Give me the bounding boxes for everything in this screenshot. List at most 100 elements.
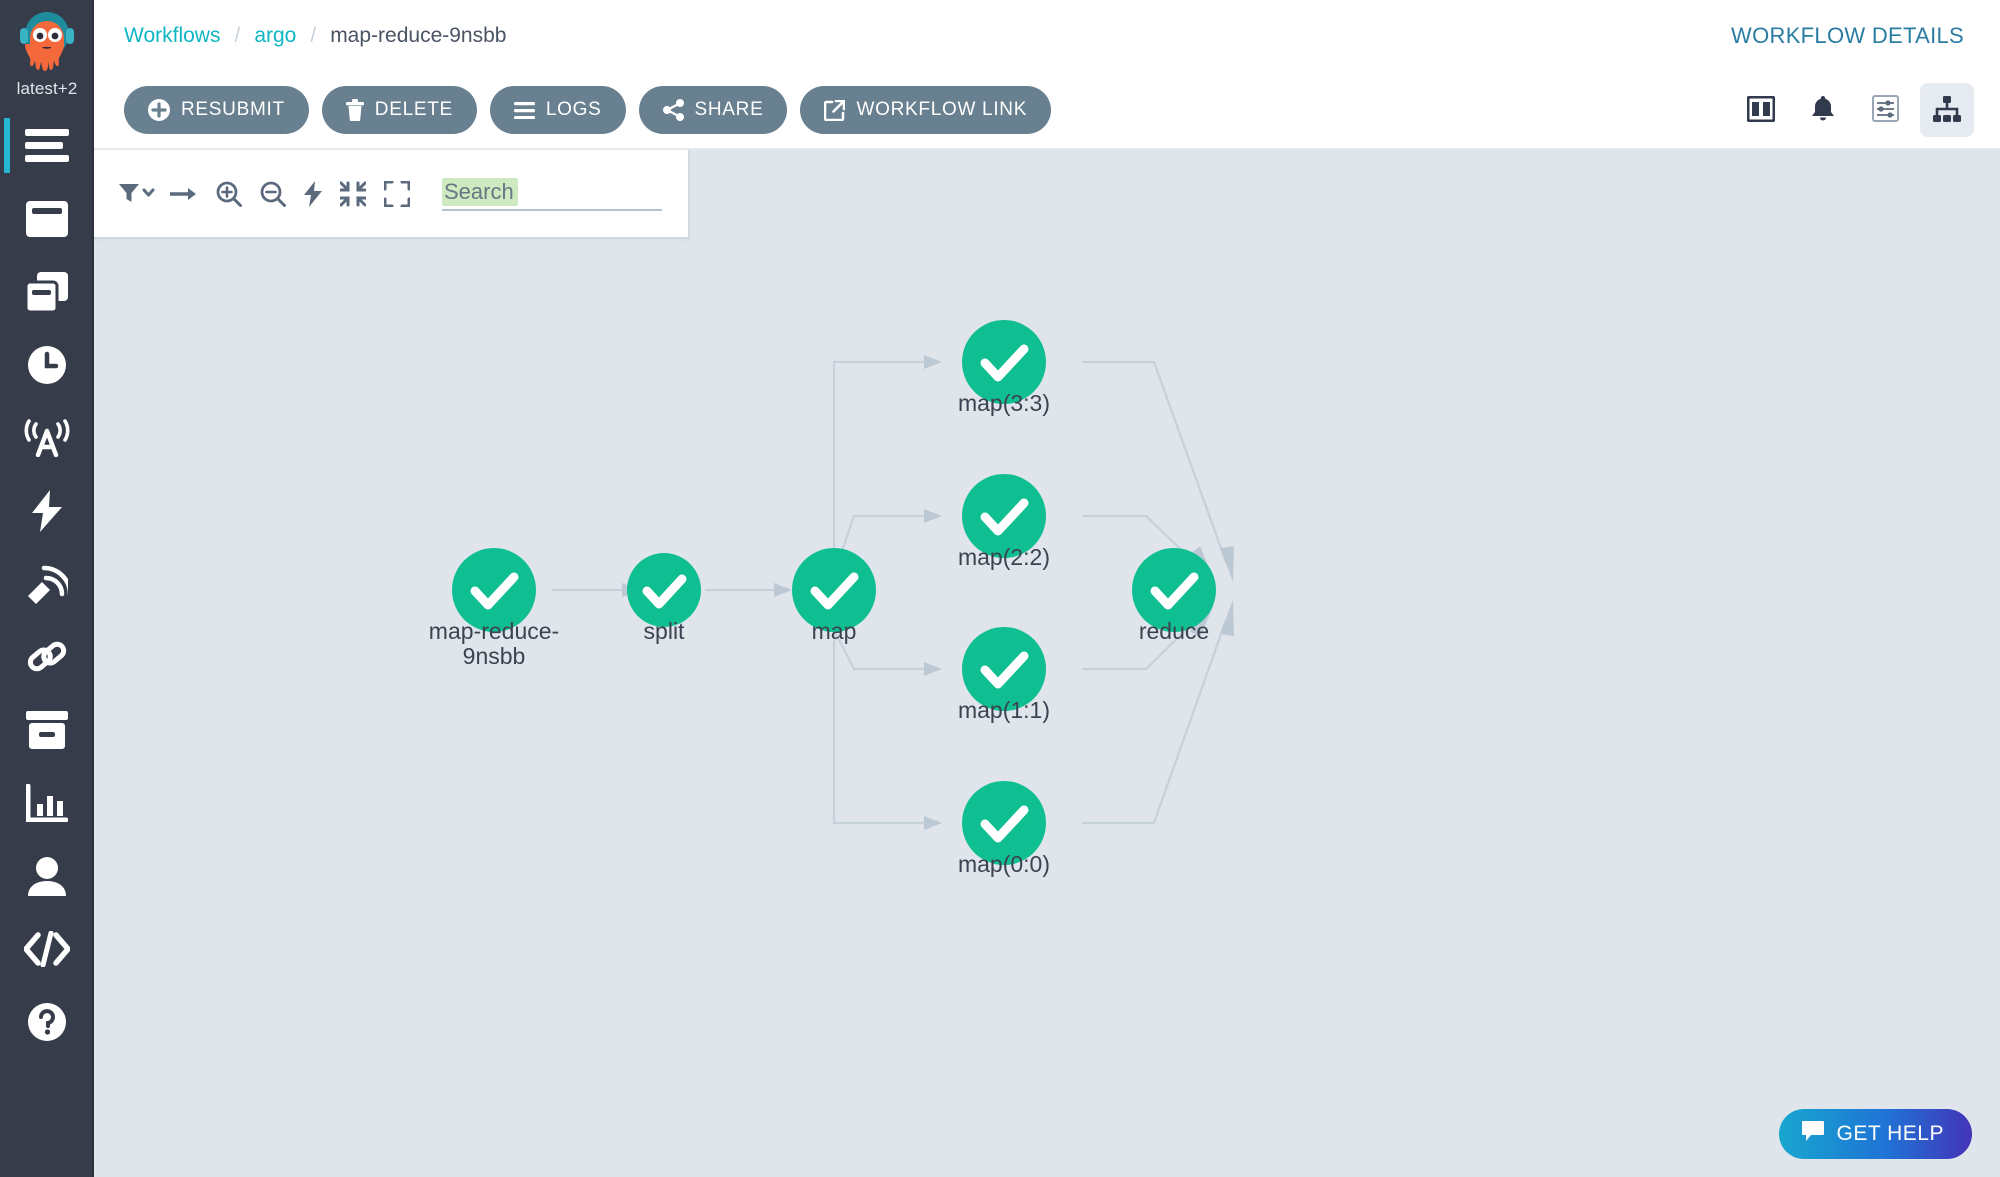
workflow-graph-canvas[interactable]: Search bbox=[94, 150, 2000, 1177]
graph-node-map-0-0[interactable]: map(0:0) bbox=[958, 781, 1050, 877]
fit-to-screen-button[interactable] bbox=[384, 181, 410, 207]
node-label-root-line1: map-reduce- bbox=[429, 618, 559, 644]
user-icon bbox=[28, 856, 66, 896]
sidebar-item-api-docs[interactable] bbox=[0, 912, 94, 985]
graph-node-map-reduce-9nsbb[interactable]: map-reduce- 9nsbb bbox=[429, 548, 559, 669]
delete-button[interactable]: DELETE bbox=[322, 86, 477, 134]
node-label-reduce: reduce bbox=[1139, 618, 1209, 644]
satellite-icon bbox=[26, 564, 68, 604]
antenna-icon bbox=[24, 419, 70, 457]
sidebar-item-reports[interactable] bbox=[0, 766, 94, 839]
sidebar-item-cluster-templates[interactable] bbox=[0, 255, 94, 328]
node-label-split: split bbox=[644, 618, 686, 644]
node-label-root-line2: 9nsbb bbox=[463, 643, 526, 669]
graph-node-map-3-3[interactable]: map(3:3) bbox=[958, 320, 1050, 416]
graph-node-map[interactable]: map bbox=[792, 548, 876, 644]
graph-node-split[interactable]: split bbox=[627, 553, 701, 644]
list-icon bbox=[25, 129, 69, 163]
share-button[interactable]: SHARE bbox=[639, 86, 788, 134]
trash-icon bbox=[346, 99, 364, 121]
breadcrumb-namespace[interactable]: argo bbox=[254, 24, 296, 48]
question-icon bbox=[27, 1002, 67, 1042]
workflow-details-link[interactable]: WORKFLOW DETAILS bbox=[1731, 23, 1964, 49]
edge-map33-reduce bbox=[1082, 362, 1226, 562]
argo-workflows-app: latest+2 bbox=[0, 0, 2000, 1177]
search-input[interactable] bbox=[442, 177, 662, 211]
zoom-in-button[interactable] bbox=[216, 181, 242, 207]
fast-render-toggle-button[interactable] bbox=[304, 181, 322, 207]
code-icon bbox=[24, 931, 70, 967]
notifications-button[interactable] bbox=[1796, 83, 1850, 137]
plus-circle-icon bbox=[148, 99, 170, 121]
split-panel-toggle-button[interactable] bbox=[1734, 83, 1788, 137]
breadcrumb-separator-2: / bbox=[310, 24, 316, 48]
arrowhead-map33-reduce bbox=[1220, 546, 1234, 582]
sidebar-item-event-flow[interactable] bbox=[0, 401, 94, 474]
breadcrumb: Workflows / argo / map-reduce-9nsbb bbox=[124, 24, 506, 48]
sidebar-item-archived-workflows[interactable] bbox=[0, 693, 94, 766]
workflow-dag: map-reduce- 9nsbb split map bbox=[94, 150, 2000, 1177]
breadcrumb-separator-1: / bbox=[234, 24, 240, 48]
arrowhead-map00-reduce bbox=[1220, 600, 1234, 636]
sidebar-item-workflow-templates[interactable] bbox=[0, 182, 94, 255]
arrowhead-map-map00 bbox=[924, 816, 942, 830]
node-label-map11: map(1:1) bbox=[958, 697, 1050, 723]
window-icon bbox=[26, 201, 68, 237]
logs-button[interactable]: LOGS bbox=[490, 86, 626, 134]
list-lines-icon bbox=[514, 102, 535, 119]
breadcrumb-current: map-reduce-9nsbb bbox=[330, 24, 506, 48]
graph-node-map-2-2[interactable]: map(2:2) bbox=[958, 474, 1050, 570]
chat-bubble-icon bbox=[1801, 1120, 1825, 1148]
workflow-inputs-button[interactable] bbox=[1858, 83, 1912, 137]
resubmit-button[interactable]: RESUBMIT bbox=[124, 86, 309, 134]
graph-node-reduce[interactable]: reduce bbox=[1132, 548, 1216, 644]
argo-octopus-logo[interactable] bbox=[12, 6, 82, 78]
layout-direction-button[interactable] bbox=[170, 184, 198, 204]
bell-icon bbox=[1810, 95, 1836, 126]
filter-dropdown-button[interactable] bbox=[118, 182, 156, 206]
node-label-map: map bbox=[812, 618, 857, 644]
main-content: Workflows / argo / map-reduce-9nsbb WORK… bbox=[94, 0, 2000, 1177]
logs-label: LOGS bbox=[546, 99, 602, 121]
sidebar-item-workflows[interactable] bbox=[0, 109, 94, 182]
node-label-map00: map(0:0) bbox=[958, 851, 1050, 877]
sidebar-item-user[interactable] bbox=[0, 839, 94, 912]
graph-toolbar: Search bbox=[94, 150, 689, 238]
zoom-out-button[interactable] bbox=[260, 181, 286, 207]
resubmit-label: RESUBMIT bbox=[181, 99, 285, 121]
action-bar: RESUBMIT DELETE LOGS bbox=[94, 72, 2000, 150]
link-icon bbox=[27, 637, 67, 677]
sidebar-item-event-sources[interactable] bbox=[0, 547, 94, 620]
node-label-map22: map(2:2) bbox=[958, 544, 1050, 570]
clock-icon bbox=[27, 345, 67, 385]
sidebar-item-pipelines[interactable] bbox=[0, 620, 94, 693]
arrowhead-split-map bbox=[774, 583, 792, 597]
get-help-button[interactable]: GET HELP bbox=[1779, 1109, 1972, 1159]
share-label: SHARE bbox=[695, 99, 764, 121]
action-buttons-group: RESUBMIT DELETE LOGS bbox=[124, 86, 1051, 134]
graph-node-map-1-1[interactable]: map(1:1) bbox=[958, 627, 1050, 723]
delete-label: DELETE bbox=[375, 99, 453, 121]
sitemap-icon bbox=[1933, 96, 1961, 125]
graph-nodes: map-reduce- 9nsbb split map bbox=[429, 320, 1216, 877]
sidebar: latest+2 bbox=[0, 0, 94, 1177]
workflow-link-label: WORKFLOW LINK bbox=[856, 99, 1027, 121]
sidebar-item-cron-workflows[interactable] bbox=[0, 328, 94, 401]
breadcrumb-workflows[interactable]: Workflows bbox=[124, 24, 220, 48]
sidebar-item-sensors[interactable] bbox=[0, 474, 94, 547]
external-link-icon bbox=[824, 100, 845, 121]
collapse-graph-button[interactable] bbox=[340, 181, 366, 207]
sidebar-item-help[interactable] bbox=[0, 985, 94, 1058]
arrowhead-map-map22 bbox=[924, 509, 942, 523]
graph-view-button[interactable] bbox=[1920, 83, 1974, 137]
lightning-icon bbox=[32, 490, 62, 532]
document-sliders-icon bbox=[1872, 95, 1899, 125]
arrowhead-map-map11 bbox=[924, 662, 942, 676]
share-icon bbox=[663, 99, 684, 121]
version-label: latest+2 bbox=[17, 79, 78, 99]
get-help-label: GET HELP bbox=[1837, 1122, 1944, 1146]
copy-icon bbox=[26, 272, 68, 312]
workflow-link-button[interactable]: WORKFLOW LINK bbox=[800, 86, 1051, 134]
edge-map00-reduce bbox=[1082, 620, 1226, 823]
columns-icon bbox=[1747, 96, 1775, 125]
